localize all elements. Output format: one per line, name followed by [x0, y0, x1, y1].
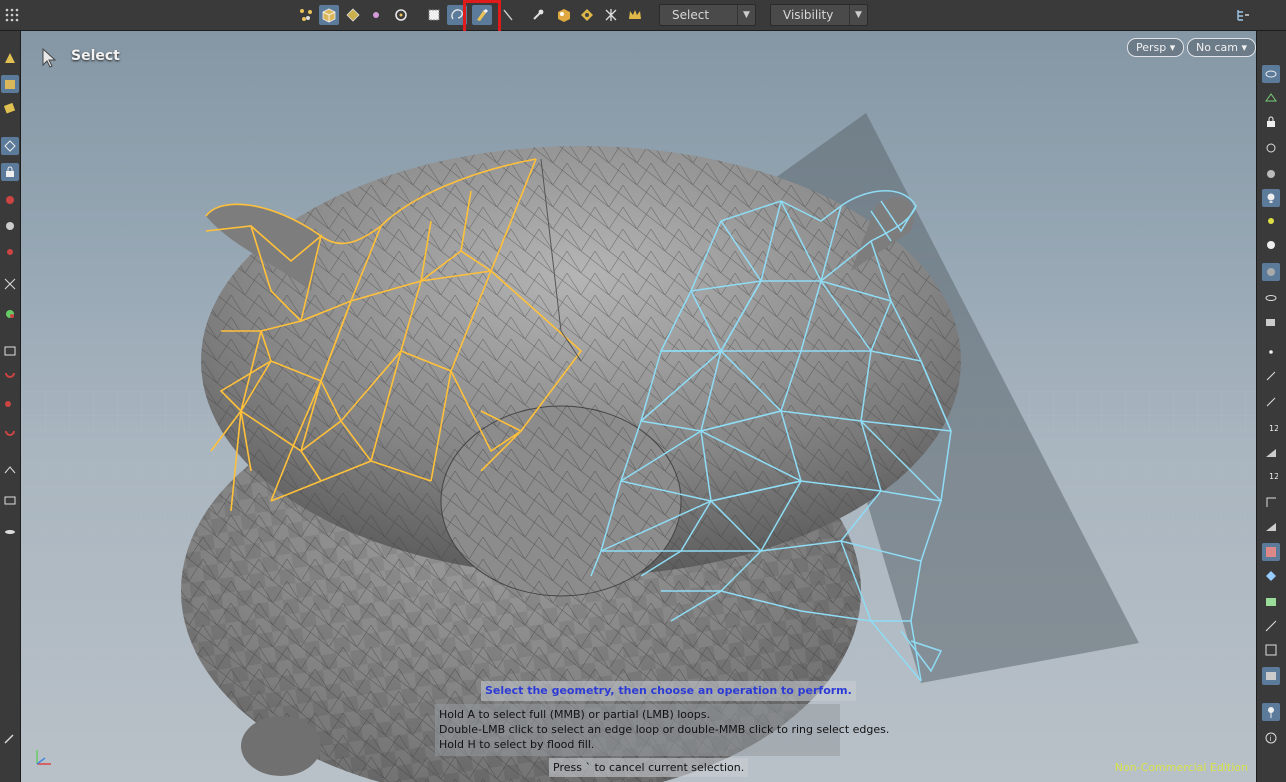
select-hidden-icon[interactable]: [577, 5, 597, 25]
hint-box: Hold A to select full (MMB) or partial (…: [435, 704, 890, 756]
select-edges-icon[interactable]: [601, 5, 621, 25]
hint-cancel: Press ` to cancel current selection.: [549, 758, 749, 777]
axis-gizmo-icon: [33, 744, 57, 772]
vertex-select-icon[interactable]: [343, 5, 363, 25]
select-mode-label: Select: [672, 8, 710, 22]
grid-snap-icon[interactable]: [1, 275, 19, 293]
snap-icon[interactable]: [1, 243, 19, 261]
hint-line: Hold A to select full (MMB) or partial (…: [439, 708, 710, 721]
background-image-icon[interactable]: [1262, 667, 1280, 685]
prim-normals-icon[interactable]: [1262, 443, 1280, 461]
visibility-dropdown[interactable]: Visibility ▼: [770, 4, 868, 26]
construction-plane-icon[interactable]: [1, 461, 19, 479]
top-toolbar: Select ▼ Visibility ▼: [0, 0, 1286, 38]
laser-select-icon[interactable]: [498, 5, 518, 25]
camera-persp-menu[interactable]: Persp ▾: [1127, 38, 1185, 57]
camera-icon[interactable]: [1, 491, 19, 509]
right-toolbar: 12 12 i: [1256, 31, 1286, 782]
camera-select-label: No cam: [1196, 41, 1238, 54]
select-mode-dropdown[interactable]: Select ▼: [659, 4, 756, 26]
chevron-down-icon: ▼: [737, 5, 755, 25]
handle-tool-icon[interactable]: [1, 49, 19, 67]
primitive-select-icon[interactable]: [319, 5, 339, 25]
magnet-icon[interactable]: [1, 217, 19, 235]
magnet-snap-icon[interactable]: [1, 367, 19, 385]
scene-viewport[interactable]: Select Persp ▾ No cam ▾ Select the geome…: [21, 31, 1256, 782]
camera-icon[interactable]: [1262, 313, 1280, 331]
select-arrow-icon: [41, 47, 59, 73]
light-icon[interactable]: [1262, 189, 1280, 207]
hint-title: Select the geometry, then choose an oper…: [481, 681, 856, 701]
dot-icon[interactable]: [366, 5, 386, 25]
hint-line: Double-LMB click to select an edge loop …: [439, 723, 890, 736]
info-icon[interactable]: i: [1262, 729, 1280, 747]
lock-icon[interactable]: [1262, 113, 1280, 131]
points-select-icon[interactable]: [296, 5, 316, 25]
uv-icon[interactable]: [1262, 567, 1280, 585]
edge-snap-icon[interactable]: [1, 425, 19, 443]
eye-icon[interactable]: [1262, 289, 1280, 307]
svg-text:12: 12: [1269, 472, 1278, 481]
lock-icon[interactable]: [1, 163, 19, 181]
profile-icon[interactable]: [1262, 517, 1280, 535]
ghost-icon[interactable]: [1262, 139, 1280, 157]
left-toolbar: [0, 31, 21, 782]
pin-icon[interactable]: [1262, 703, 1280, 721]
hint-line: Hold H to select by flood fill.: [439, 738, 595, 751]
select-tool-icon[interactable]: [1, 75, 19, 93]
point-display-icon[interactable]: [1262, 343, 1280, 361]
transform-tool-icon[interactable]: [1, 99, 19, 117]
select-all-icon[interactable]: [625, 5, 645, 25]
pen-tool-icon[interactable]: [1, 729, 19, 747]
pose-tool-icon[interactable]: [1, 191, 19, 209]
display-eye-icon[interactable]: [1262, 65, 1280, 83]
primitive-snap-icon[interactable]: [1, 305, 19, 323]
lightbulb-icon[interactable]: [1262, 213, 1280, 231]
vector-icon[interactable]: [1262, 393, 1280, 411]
grid-menu-icon[interactable]: [2, 5, 22, 25]
visibility-label: Visibility: [783, 8, 834, 22]
circle-select-icon[interactable]: [391, 5, 411, 25]
shading-icon[interactable]: [1262, 263, 1280, 281]
chevron-down-icon: ▼: [849, 5, 867, 25]
svg-text:12: 12: [1269, 424, 1278, 433]
normals-icon[interactable]: [1262, 367, 1280, 385]
multi-snap-icon[interactable]: [1, 341, 19, 359]
edition-label: Non-Commercial Edition: [1114, 761, 1248, 774]
texture-icon[interactable]: [1262, 543, 1280, 561]
houdini-app: Select ▼ Visibility ▼ Select Persp ▾ No …: [0, 0, 1286, 782]
edge-display-icon[interactable]: [1262, 493, 1280, 511]
scene-canvas[interactable]: [21, 31, 1256, 782]
skull-icon[interactable]: [1262, 237, 1280, 255]
wireframe-icon[interactable]: [1262, 89, 1280, 107]
point-snap-icon[interactable]: [1, 393, 19, 411]
point-numbers-icon[interactable]: 12: [1262, 419, 1280, 437]
view-tool-icon[interactable]: [1, 137, 19, 155]
display-options-icon[interactable]: [1233, 5, 1253, 25]
prim-numbers-icon[interactable]: 12: [1262, 467, 1280, 485]
svg-text:i: i: [1270, 735, 1272, 743]
reference-plane-icon[interactable]: [1, 521, 19, 539]
select-visible-icon[interactable]: [554, 5, 574, 25]
box-select-icon[interactable]: [424, 5, 444, 25]
flipbook-icon[interactable]: [1262, 593, 1280, 611]
camera-persp-label: Persp: [1136, 41, 1167, 54]
camera-select-menu[interactable]: No cam ▾: [1187, 38, 1256, 57]
curve-icon[interactable]: [1262, 617, 1280, 635]
select-groups-icon[interactable]: [529, 5, 549, 25]
grid-display-icon[interactable]: [1262, 641, 1280, 659]
viewport-tool-label: Select: [71, 48, 120, 64]
xray-icon[interactable]: [1262, 165, 1280, 183]
